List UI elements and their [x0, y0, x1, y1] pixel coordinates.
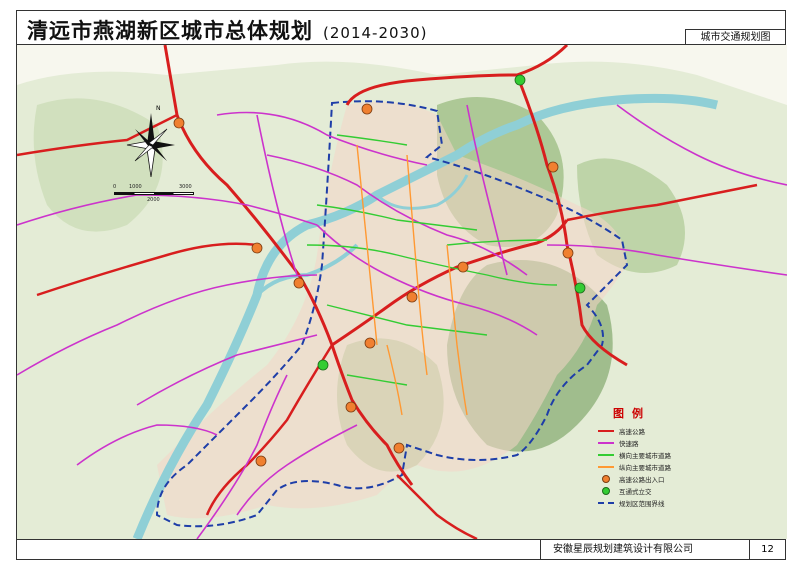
expressway-line-icon	[598, 430, 614, 432]
legend-label: 快速路	[619, 440, 639, 448]
legend-item-fast-road: 快速路	[597, 437, 707, 449]
fast-road-line-icon	[598, 442, 614, 444]
vertical-road-line-icon	[598, 466, 614, 468]
map-legend: 图例 高速公路 快速路 横向主要城市道路 纵向主要城市道路 高速公路出入口 互通…	[597, 405, 707, 509]
legend-label: 横向主要城市道路	[619, 452, 671, 460]
title-text: 清远市燕湖新区城市总体规划	[27, 19, 313, 43]
scale-label-0: 0	[113, 184, 117, 190]
scale-label-2000: 2000	[147, 197, 160, 203]
legend-title: 图例	[613, 407, 651, 420]
legend-label: 高速公路出入口	[619, 476, 665, 484]
title-bar: 清远市燕湖新区城市总体规划 (2014-2030) 城市交通规划图	[17, 11, 785, 45]
legend-item-expressway: 高速公路	[597, 425, 707, 437]
legend-label: 纵向主要城市道路	[619, 464, 671, 472]
north-arrow: N	[121, 105, 181, 185]
scale-label-3000: 3000	[179, 184, 192, 190]
company-name: 安徽星辰规划建筑设计有限公司	[540, 540, 770, 559]
footer-bar: 安徽星辰规划建筑设计有限公司 12	[17, 539, 785, 559]
map-subtitle: 城市交通规划图	[685, 29, 785, 45]
exit-dot-icon	[602, 475, 610, 483]
interchange-dot-icon	[602, 487, 610, 495]
north-label: N	[156, 105, 161, 112]
scale-line	[114, 192, 194, 195]
legend-item-boundary: 规划区范围界线	[597, 497, 707, 509]
map-frame: 清远市燕湖新区城市总体规划 (2014-2030) 城市交通规划图 N 0 10…	[16, 10, 787, 560]
boundary-dash-icon	[598, 502, 614, 504]
legend-label: 高速公路	[619, 428, 645, 436]
legend-item-interchange: 互通式立交	[597, 485, 707, 497]
page-number: 12	[749, 540, 785, 559]
map-canvas[interactable]: N 0 1000 3000 2000 图例 高速公路 快速路 横向主要城市道路	[17, 45, 787, 539]
legend-item-vertical-road: 纵向主要城市道路	[597, 461, 707, 473]
title-years: (2014-2030)	[323, 24, 428, 42]
horizontal-road-line-icon	[598, 454, 614, 456]
scale-bar: 0 1000 3000 2000	[109, 183, 209, 209]
page-title: 清远市燕湖新区城市总体规划 (2014-2030)	[27, 15, 427, 45]
legend-item-horizontal-road: 横向主要城市道路	[597, 449, 707, 461]
legend-label: 互通式立交	[619, 488, 652, 496]
scale-label-1000: 1000	[129, 184, 142, 190]
legend-item-exit: 高速公路出入口	[597, 473, 707, 485]
legend-label: 规划区范围界线	[619, 500, 665, 508]
